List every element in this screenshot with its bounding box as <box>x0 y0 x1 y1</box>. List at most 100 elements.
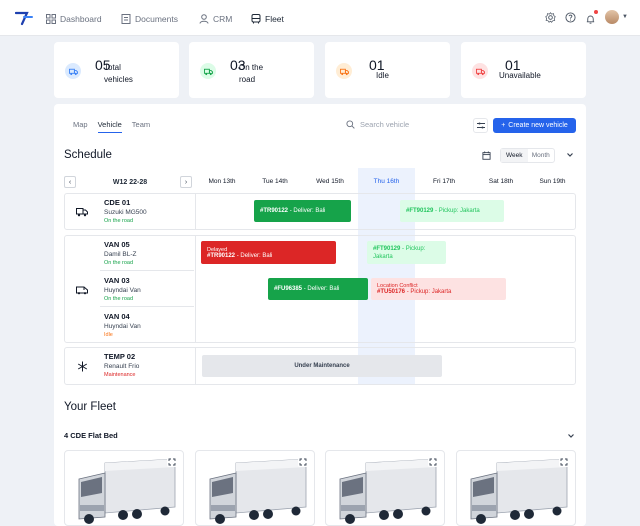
stat-card-unavailable: 01 Unavailable <box>461 42 586 98</box>
tab-team[interactable]: Team <box>132 120 150 133</box>
notification-dot <box>594 9 599 14</box>
event-text: - Deliver: Bali <box>288 208 326 214</box>
expand-icon[interactable] <box>559 457 569 467</box>
vehicle-status: On the road <box>104 260 134 266</box>
nav-documents[interactable]: Documents <box>121 12 178 26</box>
vehicle-item[interactable]: VAN 05 Damil BL-Z On the road <box>104 240 137 266</box>
week-label: W12 22-28 <box>112 178 148 186</box>
snowflake-icon <box>77 361 88 372</box>
vehicle-item[interactable]: VAN 03 Huyndai Van On the road <box>104 276 141 302</box>
unavailable-truck-icon <box>472 63 488 79</box>
idle-truck-icon <box>336 63 352 79</box>
truck-icon <box>76 208 88 217</box>
view-month[interactable]: Month <box>528 149 555 162</box>
chevron-down-icon[interactable] <box>567 432 575 440</box>
maintenance-block[interactable]: Under Maintenance <box>202 355 442 377</box>
nav-dashboard[interactable]: Dashboard <box>46 12 102 26</box>
sliders-icon <box>476 122 485 129</box>
stat-label: Idle <box>376 71 389 80</box>
day-header: Sun 19th <box>539 178 566 185</box>
schedule-event[interactable]: #TR90122 - Deliver: Bali <box>254 200 351 222</box>
view-week[interactable]: Week <box>501 149 528 162</box>
search-input[interactable]: Search vehicle <box>360 120 409 129</box>
schedule-title: Schedule <box>64 149 112 161</box>
schedule-event-conflict[interactable]: Location Conflict #TU50176 - Pickup: Jak… <box>371 278 506 300</box>
truck-image <box>339 458 437 524</box>
vehicle-name: VAN 03 <box>104 276 130 285</box>
event-code: #FT90129 <box>373 246 401 252</box>
expand-icon[interactable] <box>298 457 308 467</box>
event-text: Under Maintenance <box>294 363 350 369</box>
expand-icon[interactable] <box>167 457 177 467</box>
prev-week-button[interactable]: ‹ <box>64 176 76 188</box>
stat-label: Unavailable <box>499 71 541 80</box>
truck-image <box>78 458 176 524</box>
grid-icon <box>46 14 56 24</box>
nav-crm[interactable]: CRM <box>199 12 232 26</box>
search-field[interactable]: Search vehicle <box>346 120 409 129</box>
avatar[interactable] <box>605 10 620 24</box>
truck-icon <box>65 63 81 79</box>
vehicle-name: CDE 01 <box>104 198 131 207</box>
vehicle-item[interactable]: TEMP 02 Renault Frio Maintenance <box>104 352 139 378</box>
vehicle-model: Suzuki MG500 <box>104 209 147 216</box>
schedule-event[interactable]: #FT90129 - Pickup: Jakarta <box>400 200 504 222</box>
notifications-button[interactable] <box>585 9 599 24</box>
tab-map[interactable]: Map <box>73 120 88 133</box>
logo-icon[interactable] <box>15 10 33 26</box>
fleet-card[interactable] <box>64 450 184 526</box>
settings-icon[interactable] <box>545 11 556 23</box>
nav-fleet[interactable]: Fleet <box>251 12 284 26</box>
truck-image <box>470 458 568 524</box>
nav-fleet-label: Fleet <box>265 14 284 24</box>
user-icon <box>199 14 209 24</box>
filter-button[interactable] <box>473 118 488 133</box>
create-vehicle-button[interactable]: + Create new vehicle <box>493 118 576 133</box>
help-icon[interactable] <box>565 11 576 23</box>
schedule-event-delayed[interactable]: Delayed #TR90122 - Deliver: Bali <box>201 241 336 264</box>
event-text: - Deliver: Bali <box>302 286 340 292</box>
schedule-event[interactable]: #FT90129 - Pickup: Jakarta <box>367 241 446 264</box>
event-text: - Pickup: Jakarta <box>405 289 452 295</box>
vehicle-item[interactable]: CDE 01 Suzuki MG500 On the road <box>104 198 147 224</box>
schedule-event[interactable]: #FU96385 - Deliver: Bali <box>268 278 368 300</box>
top-navigation: Dashboard Documents CRM Fleet ▼ <box>0 0 640 36</box>
chevron-left-icon: ‹ <box>68 178 72 186</box>
fleet-card[interactable] <box>195 450 315 526</box>
nav-dashboard-label: Dashboard <box>60 14 102 24</box>
event-code: #TR90122 <box>207 252 236 259</box>
search-icon <box>346 120 355 129</box>
stat-label: Total vehicles <box>104 63 133 84</box>
vehicle-status: Idle <box>104 332 113 338</box>
nav-crm-label: CRM <box>213 14 233 24</box>
fleet-card[interactable] <box>325 450 445 526</box>
fleet-title: Your Fleet <box>64 401 116 413</box>
road-truck-icon <box>200 63 216 79</box>
vehicle-model: Huyndai Van <box>104 323 141 330</box>
stat-card-on-road: 03 On the road <box>189 42 314 98</box>
vehicle-model: Damil BL-Z <box>104 251 137 258</box>
truck-image <box>209 458 307 524</box>
chevron-down-icon[interactable] <box>566 151 574 159</box>
nav-documents-label: Documents <box>135 14 178 24</box>
event-text: - Deliver: Bali <box>235 252 273 259</box>
chevron-right-icon: › <box>184 178 188 186</box>
expand-icon[interactable] <box>428 457 438 467</box>
calendar-button[interactable] <box>480 149 493 162</box>
vehicle-name: VAN 04 <box>104 312 130 321</box>
fleet-card[interactable] <box>456 450 576 526</box>
vehicle-item[interactable]: VAN 04 Huyndai Van Idle <box>104 312 141 338</box>
plus-icon: + <box>501 122 506 129</box>
tab-vehicle[interactable]: Vehicle <box>97 120 122 133</box>
chevron-down-icon[interactable]: ▼ <box>622 14 628 20</box>
day-header: Tue 14th <box>262 178 288 185</box>
stat-card-idle: 01 Idle <box>325 42 450 98</box>
view-tabs: Map Vehicle Team <box>73 120 150 133</box>
document-icon <box>121 14 131 24</box>
vehicle-model: Renault Frio <box>104 363 140 370</box>
calendar-icon <box>482 151 491 160</box>
divider <box>100 270 194 271</box>
vehicle-model: Huyndai Van <box>104 287 141 294</box>
vehicle-status: On the road <box>104 296 134 302</box>
next-week-button[interactable]: › <box>180 176 192 188</box>
